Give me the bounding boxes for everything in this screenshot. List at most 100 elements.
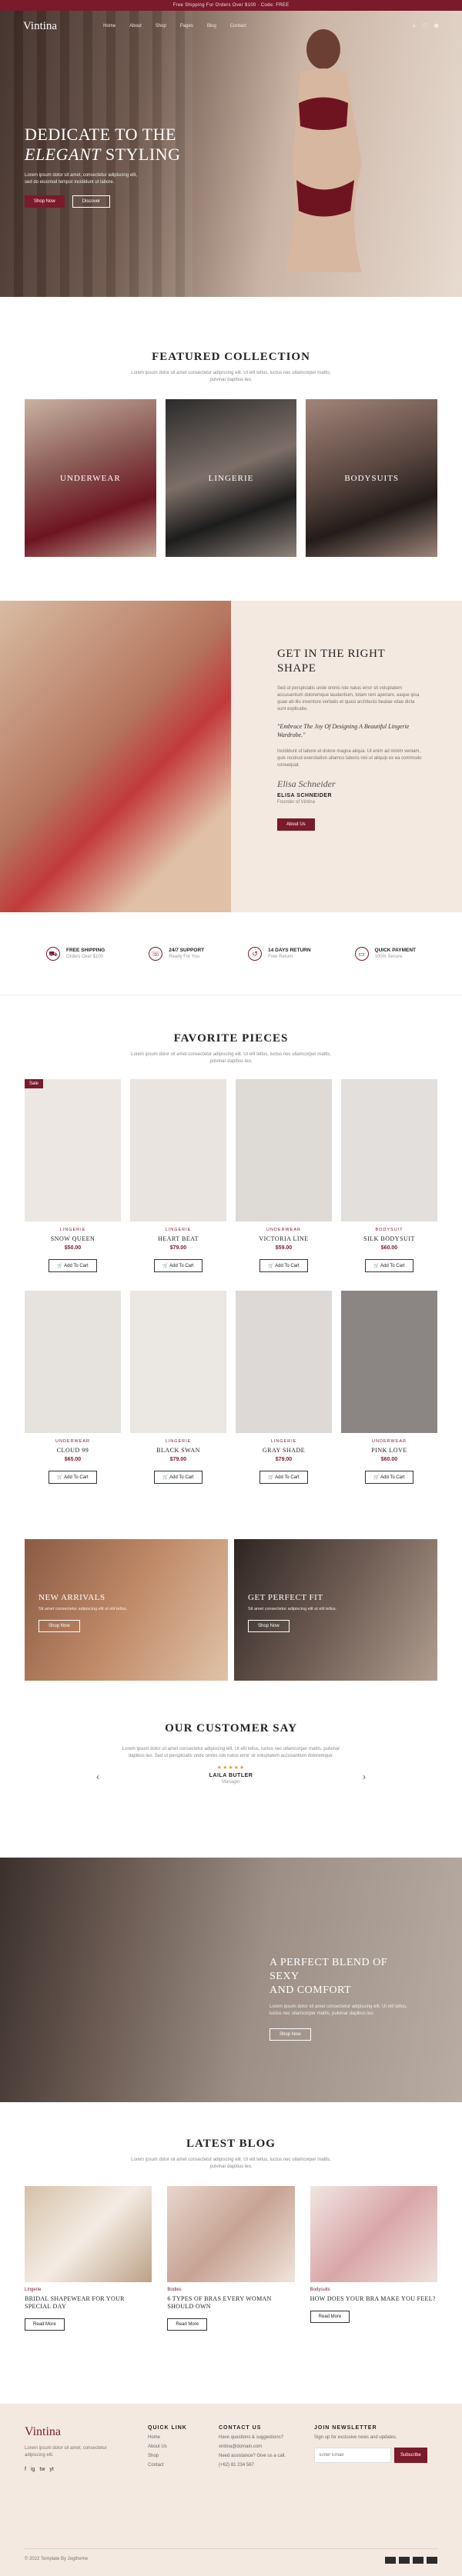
blog-post-image[interactable] [310,2186,437,2282]
copyright: © 2022 Template By Jegtheme [25,2557,89,2561]
footer-bottom: © 2022 Template By Jegtheme [25,2548,437,2564]
product-name[interactable]: SILK BODYSUIT [341,1235,437,1242]
shape-title: GET IN THE RIGHT SHAPE [277,647,424,676]
add-to-cart-button[interactable]: 🛒 Add To Cart [259,1471,308,1484]
add-to-cart-button[interactable]: 🛒 Add To Cart [259,1259,308,1272]
product-image[interactable] [236,1291,332,1433]
product-card: LINGERIE BLACK SWAN $79.00 🛒 Add To Cart [130,1291,226,1484]
promo-perfect-fit[interactable]: GET PERFECT FIT Sit amet consectetur adi… [234,1539,437,1681]
featured-title: FEATURED COLLECTION [152,351,310,363]
promo-shop-button[interactable]: Shop Now [248,1620,290,1632]
blog-post-tag[interactable]: Lingerie [25,2288,152,2292]
facebook-icon[interactable]: f [25,2467,26,2472]
site-logo[interactable]: Vintina [23,20,57,33]
twitter-icon[interactable]: tw [39,2467,45,2472]
add-to-cart-button[interactable]: 🛒 Add To Cart [49,1471,97,1484]
product-price: $60.00 [380,1457,398,1462]
contact-heading: CONTACT US [219,2425,262,2431]
add-to-cart-button[interactable]: 🛒 Add To Cart [365,1471,413,1484]
blog-post-tag[interactable]: Bodysuits [310,2288,437,2292]
footer-columns: Vintina Lorem ipsum dolor sit amet, cons… [25,2425,437,2472]
footer-newsletter: JOIN NEWSLETTER Sign up for exclusive ne… [314,2425,427,2472]
product-image[interactable] [130,1079,226,1221]
footer-link-home[interactable]: Home [148,2435,219,2440]
blend-title-line1: A PERFECT BLEND OF SEXY [270,1957,388,1982]
testimonial-section: OUR CUSTOMER SAY Lorem ipsum dolor sit a… [0,1681,462,1811]
add-to-cart-button[interactable]: 🛒 Add To Cart [154,1259,203,1272]
discover-button[interactable]: Discover [72,195,111,208]
product-category: LINGERIE [59,1228,86,1232]
product-image[interactable] [341,1079,437,1221]
product-image[interactable] [25,1291,121,1433]
blog-post-title[interactable]: HOW DOES YOUR BRA MAKE YOU FEEL? [310,2295,437,2303]
footer-link-about[interactable]: About Us [148,2444,219,2449]
footer-link-shop[interactable]: Shop [148,2454,219,2458]
product-name[interactable]: CLOUD 99 [25,1447,121,1454]
add-to-cart-button[interactable]: 🛒 Add To Cart [154,1471,203,1484]
read-more-button[interactable]: Read More [310,2311,350,2323]
product-name[interactable]: PINK LOVE [341,1447,437,1454]
product-name[interactable]: GRAY SHADE [236,1447,332,1454]
product-name[interactable]: HEART BEAT [130,1235,226,1242]
product-image[interactable] [130,1291,226,1433]
blog-post-title[interactable]: BRIDAL SHAPEWEAR FOR YOUR SPECIAL DAY [25,2295,152,2311]
blog-post-image[interactable] [25,2186,152,2282]
promo-new-arrivals[interactable]: NEW ARRIVALS Sit amet consectetur adipis… [25,1539,228,1681]
footer-logo[interactable]: Vintina [25,2425,148,2439]
nav-item-home[interactable]: Home [103,24,116,28]
footer-link-contact[interactable]: Contact [148,2463,219,2468]
contact-phone[interactable]: (+62) 81 234 567 [219,2463,314,2468]
subscribe-button[interactable]: Subscribe [394,2448,427,2463]
nav-item-shop[interactable]: Shop [156,24,166,28]
product-image[interactable] [341,1291,437,1433]
featured-subtitle: Lorem ipsum dolor sit amet consectetur a… [131,371,331,382]
footer-contact: CONTACT US Have questions & suggestions?… [219,2425,314,2472]
chevron-left-icon[interactable]: ‹ [96,1771,99,1782]
blog-post-title[interactable]: 6 TYPES OF BRAS EVERY WOMAN SHOULD OWN [167,2295,294,2311]
product-name[interactable]: BLACK SWAN [130,1447,226,1454]
email-field[interactable] [314,2448,391,2463]
nav-item-about[interactable]: About [129,24,142,28]
add-to-cart-button[interactable]: 🛒 Add To Cart [49,1259,97,1272]
category-card-bodysuits[interactable]: BODYSUITS [306,399,438,557]
product-name[interactable]: VICTORIA LINE [236,1235,332,1242]
blog-post-tag[interactable]: Bodies [167,2288,294,2292]
instagram-icon[interactable]: ig [31,2467,35,2472]
blog-post-image[interactable] [167,2186,295,2282]
shape-title-line2: SHAPE [277,662,316,675]
youtube-icon[interactable]: yt [49,2467,53,2472]
contact-line: Need assistance? Give us a call. [219,2454,286,2458]
product-image[interactable]: Sale [25,1079,121,1221]
read-more-button[interactable]: Read More [25,2318,65,2331]
shop-now-button[interactable]: Shop Now [25,195,65,208]
read-more-button[interactable]: Read More [167,2318,208,2331]
promo-title: NEW ARRIVALS [38,1593,105,1602]
product-category: BODYSUIT [375,1228,403,1232]
chevron-right-icon[interactable]: › [363,1771,366,1782]
about-us-button[interactable]: About Us [277,818,315,831]
shape-body: Sed ut perspiciatis unde omnis iste natu… [277,686,420,711]
cart-icon[interactable]: ⊕ [434,22,439,30]
feature-sub: Ready For You [169,955,199,959]
product-image[interactable] [236,1079,332,1221]
footer-quick-links: QUICK LINK Home About Us Shop Contact [148,2425,219,2472]
founder-name: ELISA SCHNEIDER [277,793,333,798]
contact-email[interactable]: vintina@domain.com [219,2444,314,2449]
product-card: LINGERIE GRAY SHADE $79.00 🛒 Add To Cart [236,1291,332,1484]
promo-shop-button[interactable]: Shop Now [38,1620,80,1632]
feature-support: ☏ 24/7 SUPPORT Ready For You [149,946,204,961]
heart-icon[interactable]: ♡ [422,22,427,30]
blend-shop-button[interactable]: Shop Now [270,2028,311,2041]
product-name[interactable]: SNOW QUEEN [25,1235,121,1242]
add-to-cart-button[interactable]: 🛒 Add To Cart [365,1259,413,1272]
category-card-underwear[interactable]: UNDERWEAR [25,399,156,557]
card-icon: ▭ [354,946,369,961]
category-card-lingerie[interactable]: LINGERIE [165,399,297,557]
search-icon[interactable]: ⌕ [413,22,416,30]
nav-item-blog[interactable]: Blog [207,24,216,28]
product-price: $65.00 [64,1457,82,1462]
nav-item-pages[interactable]: Pages [180,24,193,28]
headset-icon: ☏ [149,946,163,961]
nav-item-contact[interactable]: Contact [230,24,246,28]
shape-content: GET IN THE RIGHT SHAPE Sed ut perspiciati… [231,601,462,912]
